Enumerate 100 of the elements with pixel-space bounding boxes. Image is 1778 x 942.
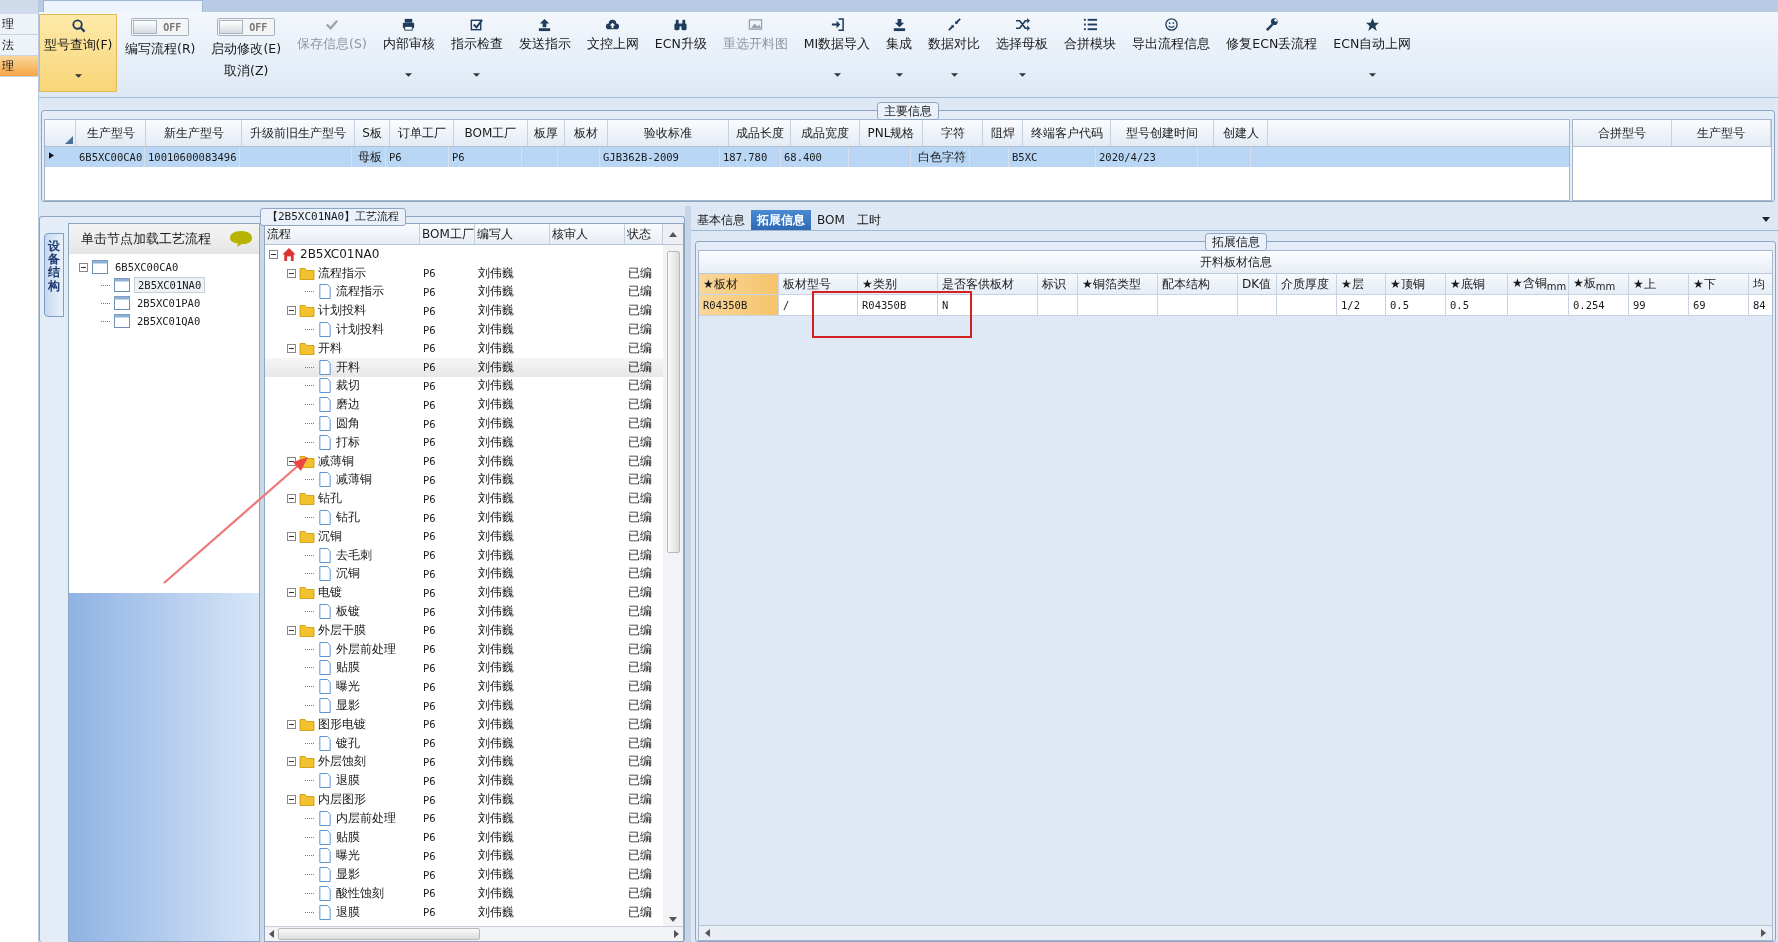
selected-row[interactable]: 开料 P6 刘伟巍 已编 (265, 357, 663, 377)
column-header[interactable]: S板 (355, 120, 390, 146)
column-header[interactable]: 板厚 (528, 120, 565, 146)
cancel-button[interactable]: 取消(Z) (224, 63, 269, 80)
tab[interactable]: 基本信息 (691, 210, 751, 230)
tree-item[interactable]: 外层蚀刻 (318, 753, 366, 771)
column-header[interactable]: 编写人 (475, 224, 550, 244)
tree-item[interactable]: 酸性蚀刻 (336, 885, 384, 902)
column-header[interactable]: 终端客户代码 (1023, 120, 1111, 146)
scrollbar-thumb[interactable] (278, 928, 480, 940)
ribbon-button[interactable]: 修复ECN丢流程 (1218, 14, 1326, 92)
tree-item[interactable]: 裁切 (336, 377, 360, 395)
tree-item[interactable]: 计划投料 (336, 321, 384, 339)
column-header[interactable]: 升级前旧生产型号 (242, 120, 355, 146)
ribbon-button[interactable]: 内部审核 (374, 14, 443, 92)
toggle-switch[interactable]: OFF (131, 18, 190, 36)
column-header[interactable]: 阻焊 (983, 120, 1023, 146)
tree-item[interactable]: 图形电镀 (318, 715, 366, 733)
tree-item[interactable]: 曝光 (336, 678, 360, 696)
column-header[interactable]: 成品长度 (729, 120, 791, 146)
collapse-icon[interactable] (287, 588, 296, 598)
column-header[interactable]: 均 (1749, 274, 1778, 294)
tree-item[interactable]: 流程指示 (336, 283, 384, 301)
nav-item[interactable]: 理 (0, 56, 38, 77)
nav-item[interactable]: 理 (0, 14, 38, 35)
collapse-icon[interactable] (287, 719, 296, 729)
column-header[interactable]: 合拼型号 (1573, 120, 1672, 146)
ribbon-button[interactable]: MI数据导入 (795, 14, 879, 92)
column-header[interactable]: BOM工厂 (454, 120, 528, 146)
tree-item[interactable]: 电镀 (318, 584, 342, 602)
column-header[interactable]: 新生产型号 (146, 120, 242, 146)
column-header[interactable]: 订单工厂 (390, 120, 454, 146)
column-header[interactable]: 板材 (565, 120, 608, 146)
column-header[interactable]: ★板$_{mm}$ (1569, 274, 1629, 294)
tree-item[interactable]: 磨边 (336, 396, 360, 414)
column-header[interactable]: 配本结构 (1158, 274, 1238, 294)
tree-item[interactable]: 2B5XC01NA0 (134, 277, 206, 293)
column-header[interactable]: 型号创建时间 (1111, 120, 1214, 146)
column-header[interactable]: 验收标准 (608, 120, 729, 146)
ribbon-button[interactable]: 文控上网 (578, 14, 647, 92)
tree-item[interactable]: 开料 (318, 339, 342, 357)
column-header[interactable]: PNL规格 (860, 120, 923, 146)
column-header[interactable]: 标识 (1038, 274, 1078, 294)
collapse-icon[interactable] (287, 494, 296, 504)
column-header[interactable]: 生产型号 (1672, 120, 1771, 146)
tree-item[interactable]: 2B5XC01NA0 (300, 247, 380, 262)
collapse-icon[interactable] (287, 757, 296, 767)
scroll-left-icon[interactable] (705, 929, 710, 937)
column-header[interactable]: ★顶铜 (1386, 274, 1446, 294)
ribbon-button[interactable]: 发送指示 (510, 14, 579, 92)
tree-item[interactable]: 2B5XC01QA0 (134, 314, 204, 328)
column-header[interactable]: 成品宽度 (791, 120, 860, 146)
tree-item[interactable]: 镀孔 (336, 734, 360, 752)
scroll-right-icon[interactable] (674, 930, 679, 938)
tree-item[interactable]: 显影 (336, 697, 360, 714)
tree-item[interactable]: 板镀 (336, 603, 360, 621)
column-header[interactable]: ★板材 (699, 274, 779, 294)
collapse-icon[interactable] (287, 268, 296, 278)
column-header[interactable]: ★下 (1689, 274, 1749, 294)
scroll-down-icon[interactable] (669, 917, 677, 922)
tree-item[interactable]: 内层图形 (318, 791, 366, 808)
column-header[interactable]: 介质厚度 (1277, 274, 1337, 294)
column-header[interactable]: DK值 (1238, 274, 1277, 294)
column-header[interactable]: 是否客供板材 (938, 274, 1038, 294)
column-header[interactable]: 字符 (923, 120, 983, 146)
tree-item[interactable]: 内层前处理 (336, 809, 396, 827)
collapse-icon[interactable] (287, 456, 296, 466)
tree-item[interactable]: 6B5XC00CA0 (112, 260, 182, 274)
tab[interactable]: 工时 (850, 210, 887, 230)
column-header[interactable]: ★类别 (858, 274, 938, 294)
collapse-icon[interactable] (287, 306, 296, 316)
tree-item[interactable]: 显影 (336, 866, 360, 884)
tree-item[interactable]: 2B5XC01PA0 (134, 296, 204, 310)
tree-item[interactable]: 开料 (336, 358, 360, 376)
tree-item[interactable]: 圆角 (336, 415, 360, 433)
column-header[interactable]: ★含铜$_{mm}$ (1508, 274, 1569, 294)
collapse-icon[interactable] (269, 249, 278, 259)
column-header[interactable]: ★上 (1629, 274, 1689, 294)
ribbon-button[interactable]: 数据对比 (920, 14, 989, 92)
ribbon-button[interactable]: 指示检查 (442, 14, 511, 92)
tree-item[interactable]: 去毛刺 (336, 546, 372, 564)
toggle-switch[interactable]: OFF (217, 18, 276, 36)
side-tab[interactable]: 设备结构 (44, 233, 64, 317)
column-header[interactable]: 生产型号 (76, 120, 146, 146)
ribbon-button[interactable]: 导出流程信息 (1124, 14, 1219, 92)
tree-item[interactable]: 贴膜 (336, 828, 360, 846)
column-header[interactable]: ★底铜 (1446, 274, 1508, 294)
tree-item[interactable]: 沉铜 (336, 565, 360, 583)
tree-item[interactable]: 外层干膜 (318, 621, 366, 639)
ribbon-button[interactable]: 集成 (878, 14, 921, 92)
tree-item[interactable]: 减薄铜 (318, 452, 354, 470)
column-header[interactable]: BOM工厂 (420, 224, 475, 244)
ribbon-button[interactable]: ECN自动上网 (1325, 14, 1420, 92)
ribbon-button[interactable]: 型号查询(F) (39, 14, 117, 92)
scroll-up-icon[interactable] (669, 231, 677, 237)
column-header[interactable]: 板材型号 (779, 274, 858, 294)
collapse-icon[interactable] (287, 531, 296, 541)
column-header[interactable]: 流程 (265, 224, 420, 244)
collapse-icon[interactable] (287, 625, 296, 635)
scroll-left-icon[interactable] (269, 930, 274, 938)
